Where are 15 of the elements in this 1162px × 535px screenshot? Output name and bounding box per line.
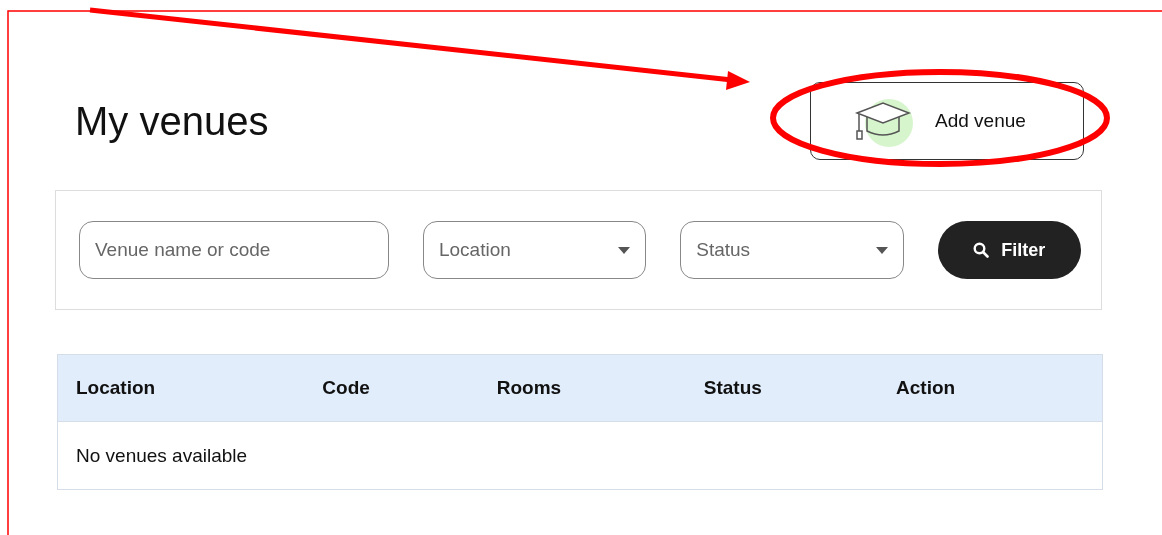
empty-message: No venues available — [76, 444, 248, 466]
column-header: Status — [703, 377, 762, 398]
location-dropdown[interactable]: Location — [422, 221, 647, 279]
status-dropdown[interactable]: Status — [680, 221, 904, 279]
search-icon — [973, 242, 990, 258]
dropdown-arrow-icon — [875, 246, 888, 254]
column-header: Action — [896, 377, 956, 398]
column-header: Location — [76, 377, 156, 398]
column-header: Code — [322, 377, 370, 398]
filter-button[interactable]: Filter — [937, 221, 1081, 279]
column-header: Rooms — [496, 377, 562, 398]
search-field[interactable]: Venue name or code — [79, 221, 389, 279]
dropdown-arrow-icon — [618, 246, 631, 254]
add-venue-button[interactable]: Add venue — [810, 82, 1084, 160]
page-title: My venues — [75, 98, 269, 144]
